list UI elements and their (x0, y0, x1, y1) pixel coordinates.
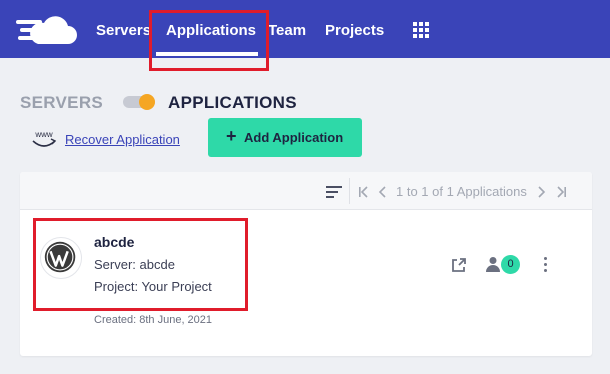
add-application-label: Add Application (244, 130, 344, 145)
prev-page-icon[interactable] (378, 186, 388, 198)
applications-view-label[interactable]: APPLICATIONS (168, 93, 297, 113)
top-navbar: Servers Applications Team Projects (0, 0, 610, 58)
nav-servers[interactable]: Servers (96, 22, 151, 39)
toolbar-divider (349, 178, 350, 204)
recover-application-link[interactable]: Recover Application (65, 132, 180, 147)
plus-icon: + (226, 126, 237, 146)
nav-team[interactable]: Team (268, 22, 306, 39)
servers-view-label[interactable]: SERVERS (20, 93, 103, 113)
highlight-applications-tab (149, 10, 269, 71)
user-count-badge[interactable]: 0 (501, 255, 520, 274)
external-link-icon[interactable] (451, 257, 467, 273)
cloud-logo-icon[interactable] (16, 14, 78, 46)
www-icon-text: www (34, 130, 53, 139)
first-page-icon[interactable] (358, 186, 370, 198)
add-application-button[interactable]: + Add Application (208, 118, 362, 157)
view-toggle-knob[interactable] (139, 94, 155, 110)
last-page-icon[interactable] (555, 186, 567, 198)
apps-grid-icon[interactable] (413, 22, 429, 38)
user-icon[interactable] (486, 256, 500, 272)
kebab-menu-icon[interactable] (544, 257, 548, 273)
www-icon[interactable]: www (30, 129, 58, 151)
nav-projects[interactable]: Projects (325, 22, 384, 39)
sort-icon[interactable] (326, 186, 342, 198)
next-page-icon[interactable] (536, 186, 546, 198)
pagination-text: 1 to 1 of 1 Applications (396, 184, 527, 199)
app-created-date: Created: 8th June, 2021 (94, 314, 213, 326)
highlight-application-card (33, 218, 248, 311)
